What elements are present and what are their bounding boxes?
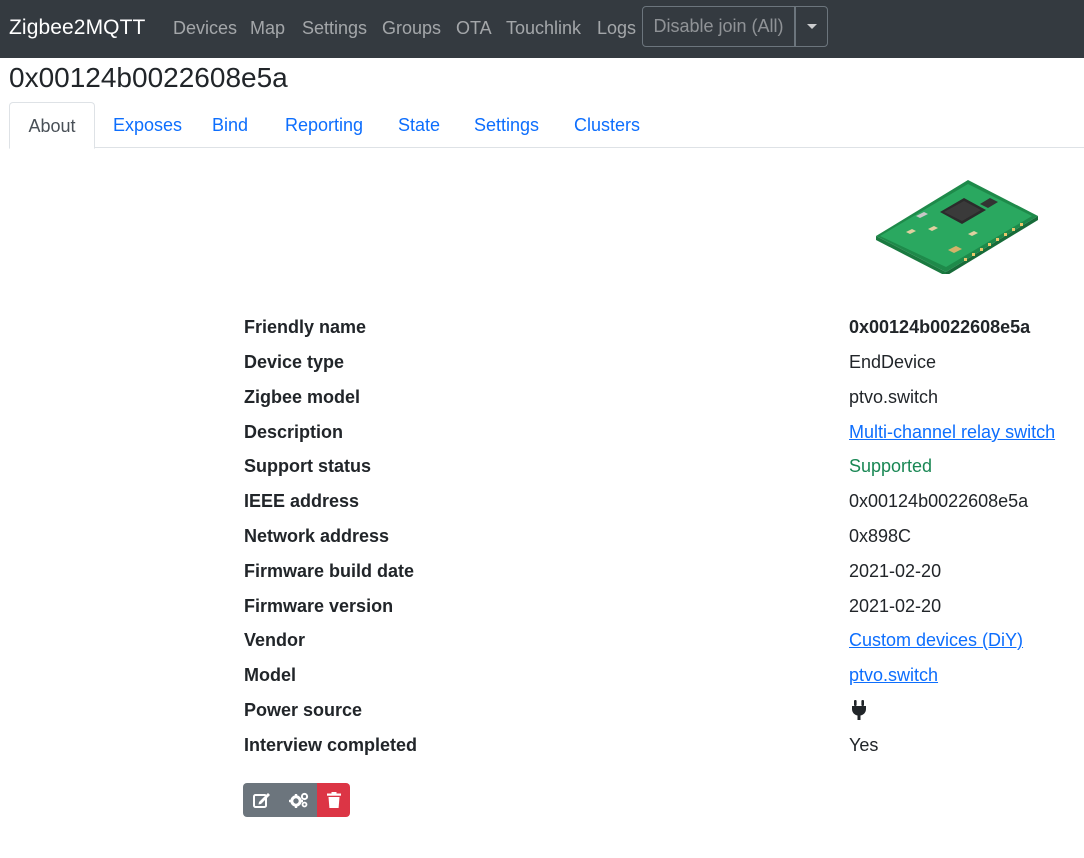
trash-icon [326,792,341,808]
value-network-address: 0x898C [849,526,912,546]
tab-exposes[interactable]: Exposes [113,102,182,148]
tab-bind[interactable]: Bind [212,102,248,148]
value-support-status: Supported [849,456,933,476]
remove-button[interactable] [317,783,350,817]
label-vendor: Vendor [244,630,306,650]
join-dropdown-toggle[interactable] [795,6,828,47]
nav-link-touchlink[interactable]: Touchlink [506,16,581,40]
device-actions [243,783,350,817]
value-friendly-name: 0x00124b0022608e5a [849,317,1031,337]
brand-logo[interactable]: Zigbee2MQTT [9,14,145,42]
value-ieee-address: 0x00124b0022608e5a [849,491,1029,511]
device-tabs: About Exposes Bind Reporting State Setti… [9,102,1084,149]
tab-state[interactable]: State [398,102,440,148]
value-firmware-version: 2021-02-20 [849,596,942,616]
label-zigbee-model: Zigbee model [244,387,361,407]
cogs-icon [288,792,308,808]
value-firmware-build-date: 2021-02-20 [849,561,942,581]
nav-link-logs[interactable]: Logs [597,16,636,40]
permit-join-group: Disable join (All) [642,6,828,47]
disable-join-button[interactable]: Disable join (All) [642,6,795,47]
top-navbar: Zigbee2MQTT Devices Map Settings Groups … [0,0,1084,58]
value-zigbee-model: ptvo.switch [849,387,939,407]
tab-reporting[interactable]: Reporting [285,102,363,148]
label-friendly-name: Friendly name [244,317,367,337]
value-interview-completed: Yes [849,735,879,755]
label-description: Description [244,422,344,442]
label-model: Model [244,665,296,685]
nav-link-groups[interactable]: Groups [382,16,441,40]
device-image [876,180,1038,274]
label-interview-completed: Interview completed [244,735,418,755]
label-support-status: Support status [244,456,372,476]
label-network-address: Network address [244,526,390,546]
rename-button[interactable] [243,783,280,817]
caret-down-icon [806,24,817,29]
link-vendor[interactable]: Custom devices (DiY) [849,629,1023,651]
value-device-type: EndDevice [849,352,937,372]
nav-link-settings[interactable]: Settings [302,16,367,40]
tab-clusters[interactable]: Clusters [574,102,640,148]
label-ieee-address: IEEE address [244,491,360,511]
link-model[interactable]: ptvo.switch [849,664,938,686]
label-device-type: Device type [244,352,345,372]
tab-about[interactable]: About [9,102,95,149]
link-description[interactable]: Multi-channel relay switch [849,421,1055,443]
configure-button[interactable] [280,783,317,817]
nav-link-devices[interactable]: Devices [173,16,237,40]
plug-icon [852,700,866,720]
label-power-source: Power source [244,700,363,720]
label-firmware-build-date: Firmware build date [244,561,415,581]
page-title: 0x00124b0022608e5a [9,62,288,93]
nav-link-ota[interactable]: OTA [456,16,492,40]
tab-settings[interactable]: Settings [474,102,539,148]
label-firmware-version: Firmware version [244,596,394,616]
nav-link-map[interactable]: Map [250,16,285,40]
edit-icon [252,793,270,808]
